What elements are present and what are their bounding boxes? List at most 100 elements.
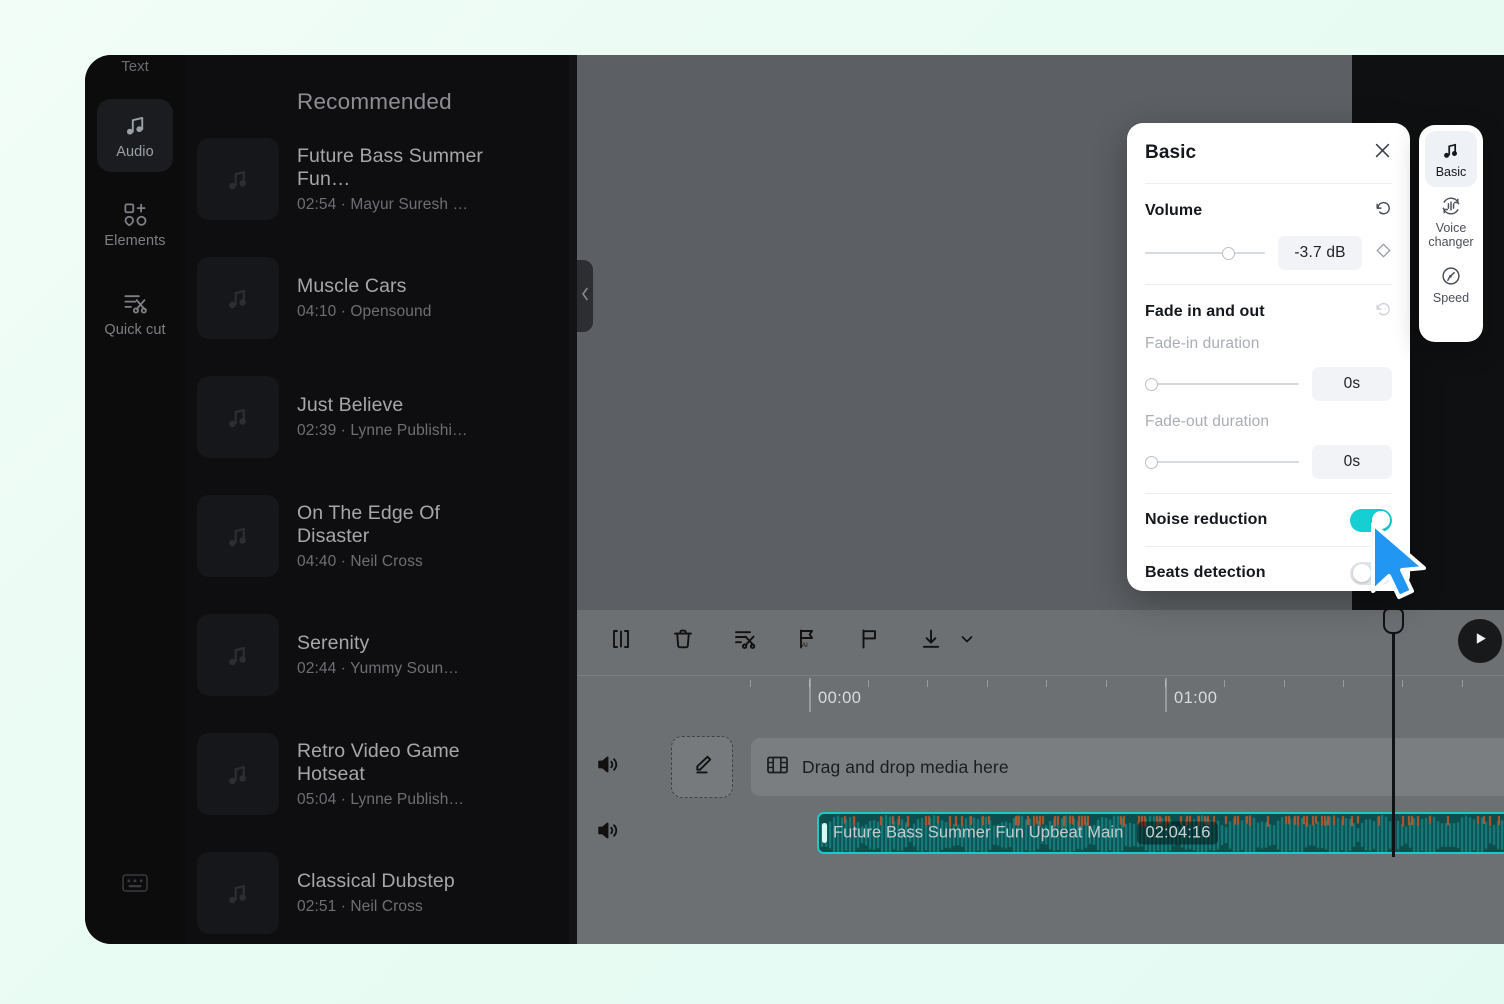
audio-clip[interactable]: Future Bass Summer Fun Upbeat Main 02:04… xyxy=(817,812,1504,854)
fade-out-slider-row: 0s xyxy=(1145,445,1392,479)
keyboard-icon xyxy=(122,873,148,898)
elements-icon xyxy=(99,201,171,228)
reset-icon[interactable] xyxy=(1375,301,1392,323)
download-icon xyxy=(919,627,943,656)
slider-track xyxy=(1145,252,1265,254)
list-item[interactable]: Retro Video Game Hotseat 05:04 · Lynne P… xyxy=(185,732,577,816)
marker-button[interactable] xyxy=(851,623,887,659)
fade-section: Fade in and out Fade-in duration 0s Fade… xyxy=(1145,285,1392,493)
clip-label: Future Bass Summer Fun Upbeat Main 02:04… xyxy=(833,822,1218,845)
fade-in-slider[interactable] xyxy=(1145,375,1299,393)
tab-label: Voice changer xyxy=(1427,221,1475,250)
clip-name: Future Bass Summer Fun Upbeat Main xyxy=(833,824,1123,843)
fade-out-slider[interactable] xyxy=(1145,453,1299,471)
timeline-ruler[interactable]: 00:00 01:00 02:00 xyxy=(577,675,1504,723)
play-button[interactable] xyxy=(1458,619,1502,663)
drop-zone-label: Drag and drop media here xyxy=(802,757,1009,778)
clip-trim-handle[interactable] xyxy=(822,823,827,843)
music-note-icon xyxy=(99,112,171,139)
list-item[interactable]: Future Bass Summer Fun… 02:54 · Mayur Su… xyxy=(185,137,577,221)
track-thumbnail xyxy=(197,376,279,458)
volume-section: Volume -3.7 dB xyxy=(1145,184,1392,284)
toggle-knob xyxy=(1372,511,1390,529)
ruler-label: 00:00 xyxy=(818,689,861,708)
sidebar-item-label: Elements xyxy=(99,233,171,250)
fade-out-label: Fade-out duration xyxy=(1145,413,1392,431)
noise-reduction-row: Noise reduction xyxy=(1145,494,1392,546)
fade-in-label: Fade-in duration xyxy=(1145,335,1392,353)
sidebar-item-audio[interactable]: Audio xyxy=(97,99,173,172)
silence-removal-button[interactable] xyxy=(727,623,763,659)
fade-in-slider-row: 0s xyxy=(1145,367,1392,401)
beats-detection-toggle[interactable] xyxy=(1350,562,1392,585)
fade-label: Fade in and out xyxy=(1145,303,1265,321)
noise-reduction-toggle[interactable] xyxy=(1350,509,1392,532)
fade-out-value-field[interactable]: 0s xyxy=(1312,445,1392,479)
track-title: Classical Dubstep xyxy=(297,870,497,893)
track-title: Future Bass Summer Fun… xyxy=(297,145,497,191)
speaker-icon[interactable] xyxy=(595,818,620,848)
track-title: Retro Video Game Hotseat xyxy=(297,740,497,786)
toggle-knob xyxy=(1353,564,1371,582)
left-navigation-rail: Text Audio xyxy=(85,55,185,944)
audio-tools-strip: Basic Voice changer Speed xyxy=(1419,125,1483,342)
slider-knob[interactable] xyxy=(1145,378,1158,391)
sidebar-item-quick-cut[interactable]: Quick cut xyxy=(97,277,173,350)
slider-track xyxy=(1145,383,1299,385)
track-thumbnail xyxy=(197,257,279,339)
ruler-label: 01:00 xyxy=(1174,689,1217,708)
keyboard-shortcuts-button[interactable] xyxy=(117,870,153,900)
ai-marker-button[interactable]: AI xyxy=(789,623,825,659)
split-button[interactable] xyxy=(603,623,639,659)
scissors-lines-icon xyxy=(733,627,757,656)
track-meta: 05:04 · Lynne Publish… xyxy=(297,791,563,809)
voice-changer-icon xyxy=(1427,195,1475,217)
flag-ai-icon: AI xyxy=(795,627,819,656)
film-strip-icon xyxy=(767,756,788,779)
svg-text:AI: AI xyxy=(802,642,808,649)
list-item[interactable]: Just Believe 02:39 · Lynne Publishi… xyxy=(185,375,577,459)
volume-slider[interactable] xyxy=(1145,244,1265,262)
tab-speed[interactable]: Speed xyxy=(1425,257,1477,313)
volume-value-field[interactable]: -3.7 dB xyxy=(1278,236,1362,270)
quick-cut-icon xyxy=(99,290,171,317)
beats-detection-label: Beats detection xyxy=(1145,564,1266,582)
slider-knob[interactable] xyxy=(1222,247,1235,260)
list-item[interactable]: Classical Dubstep 02:51 · Neil Cross xyxy=(185,851,577,935)
track-title: Muscle Cars xyxy=(297,275,497,298)
tab-voice-changer[interactable]: Voice changer xyxy=(1425,187,1477,257)
speaker-icon[interactable] xyxy=(595,752,620,782)
delete-button[interactable] xyxy=(665,623,701,659)
panel-title: Basic xyxy=(1145,142,1196,164)
rail-item-text-clipped[interactable]: Text xyxy=(85,55,185,79)
audio-library-panel: Recommended Future Bass Summer Fun… 02:5… xyxy=(185,55,577,944)
flag-icon xyxy=(857,627,881,656)
list-item[interactable]: Serenity 02:44 · Yummy Soun… xyxy=(185,613,577,697)
track-title: On The Edge Of Disaster xyxy=(297,502,497,548)
music-note-icon xyxy=(1427,139,1475,161)
playhead[interactable] xyxy=(1392,610,1395,857)
reset-icon[interactable] xyxy=(1375,200,1392,222)
track-meta: 02:54 · Mayur Suresh … xyxy=(297,196,563,214)
diamond-keyframe-icon[interactable] xyxy=(1375,242,1392,264)
sidebar-item-label: Quick cut xyxy=(99,322,171,339)
noise-reduction-label: Noise reduction xyxy=(1145,511,1267,529)
list-item[interactable]: Muscle Cars 04:10 · Opensound xyxy=(185,256,577,340)
export-options-caret[interactable] xyxy=(959,631,975,652)
export-button[interactable] xyxy=(913,623,949,659)
speedometer-icon xyxy=(1427,265,1475,287)
tab-basic[interactable]: Basic xyxy=(1425,131,1477,187)
tab-label: Basic xyxy=(1427,165,1475,180)
basic-settings-panel: Basic Volume -3.7 dB xyxy=(1127,123,1410,591)
audio-track-lane: Future Bass Summer Fun Upbeat Main 02:04… xyxy=(577,801,1504,865)
collapse-panel-handle[interactable] xyxy=(577,260,593,332)
slider-track xyxy=(1145,461,1299,463)
list-item[interactable]: On The Edge Of Disaster 04:40 · Neil Cro… xyxy=(185,494,577,578)
sidebar-item-elements[interactable]: Elements xyxy=(97,188,173,261)
edit-media-button[interactable] xyxy=(671,736,733,798)
playhead-handle[interactable] xyxy=(1383,608,1404,634)
close-icon[interactable] xyxy=(1373,141,1392,165)
track-thumbnail xyxy=(197,852,279,934)
fade-in-value-field[interactable]: 0s xyxy=(1312,367,1392,401)
slider-knob[interactable] xyxy=(1145,456,1158,469)
